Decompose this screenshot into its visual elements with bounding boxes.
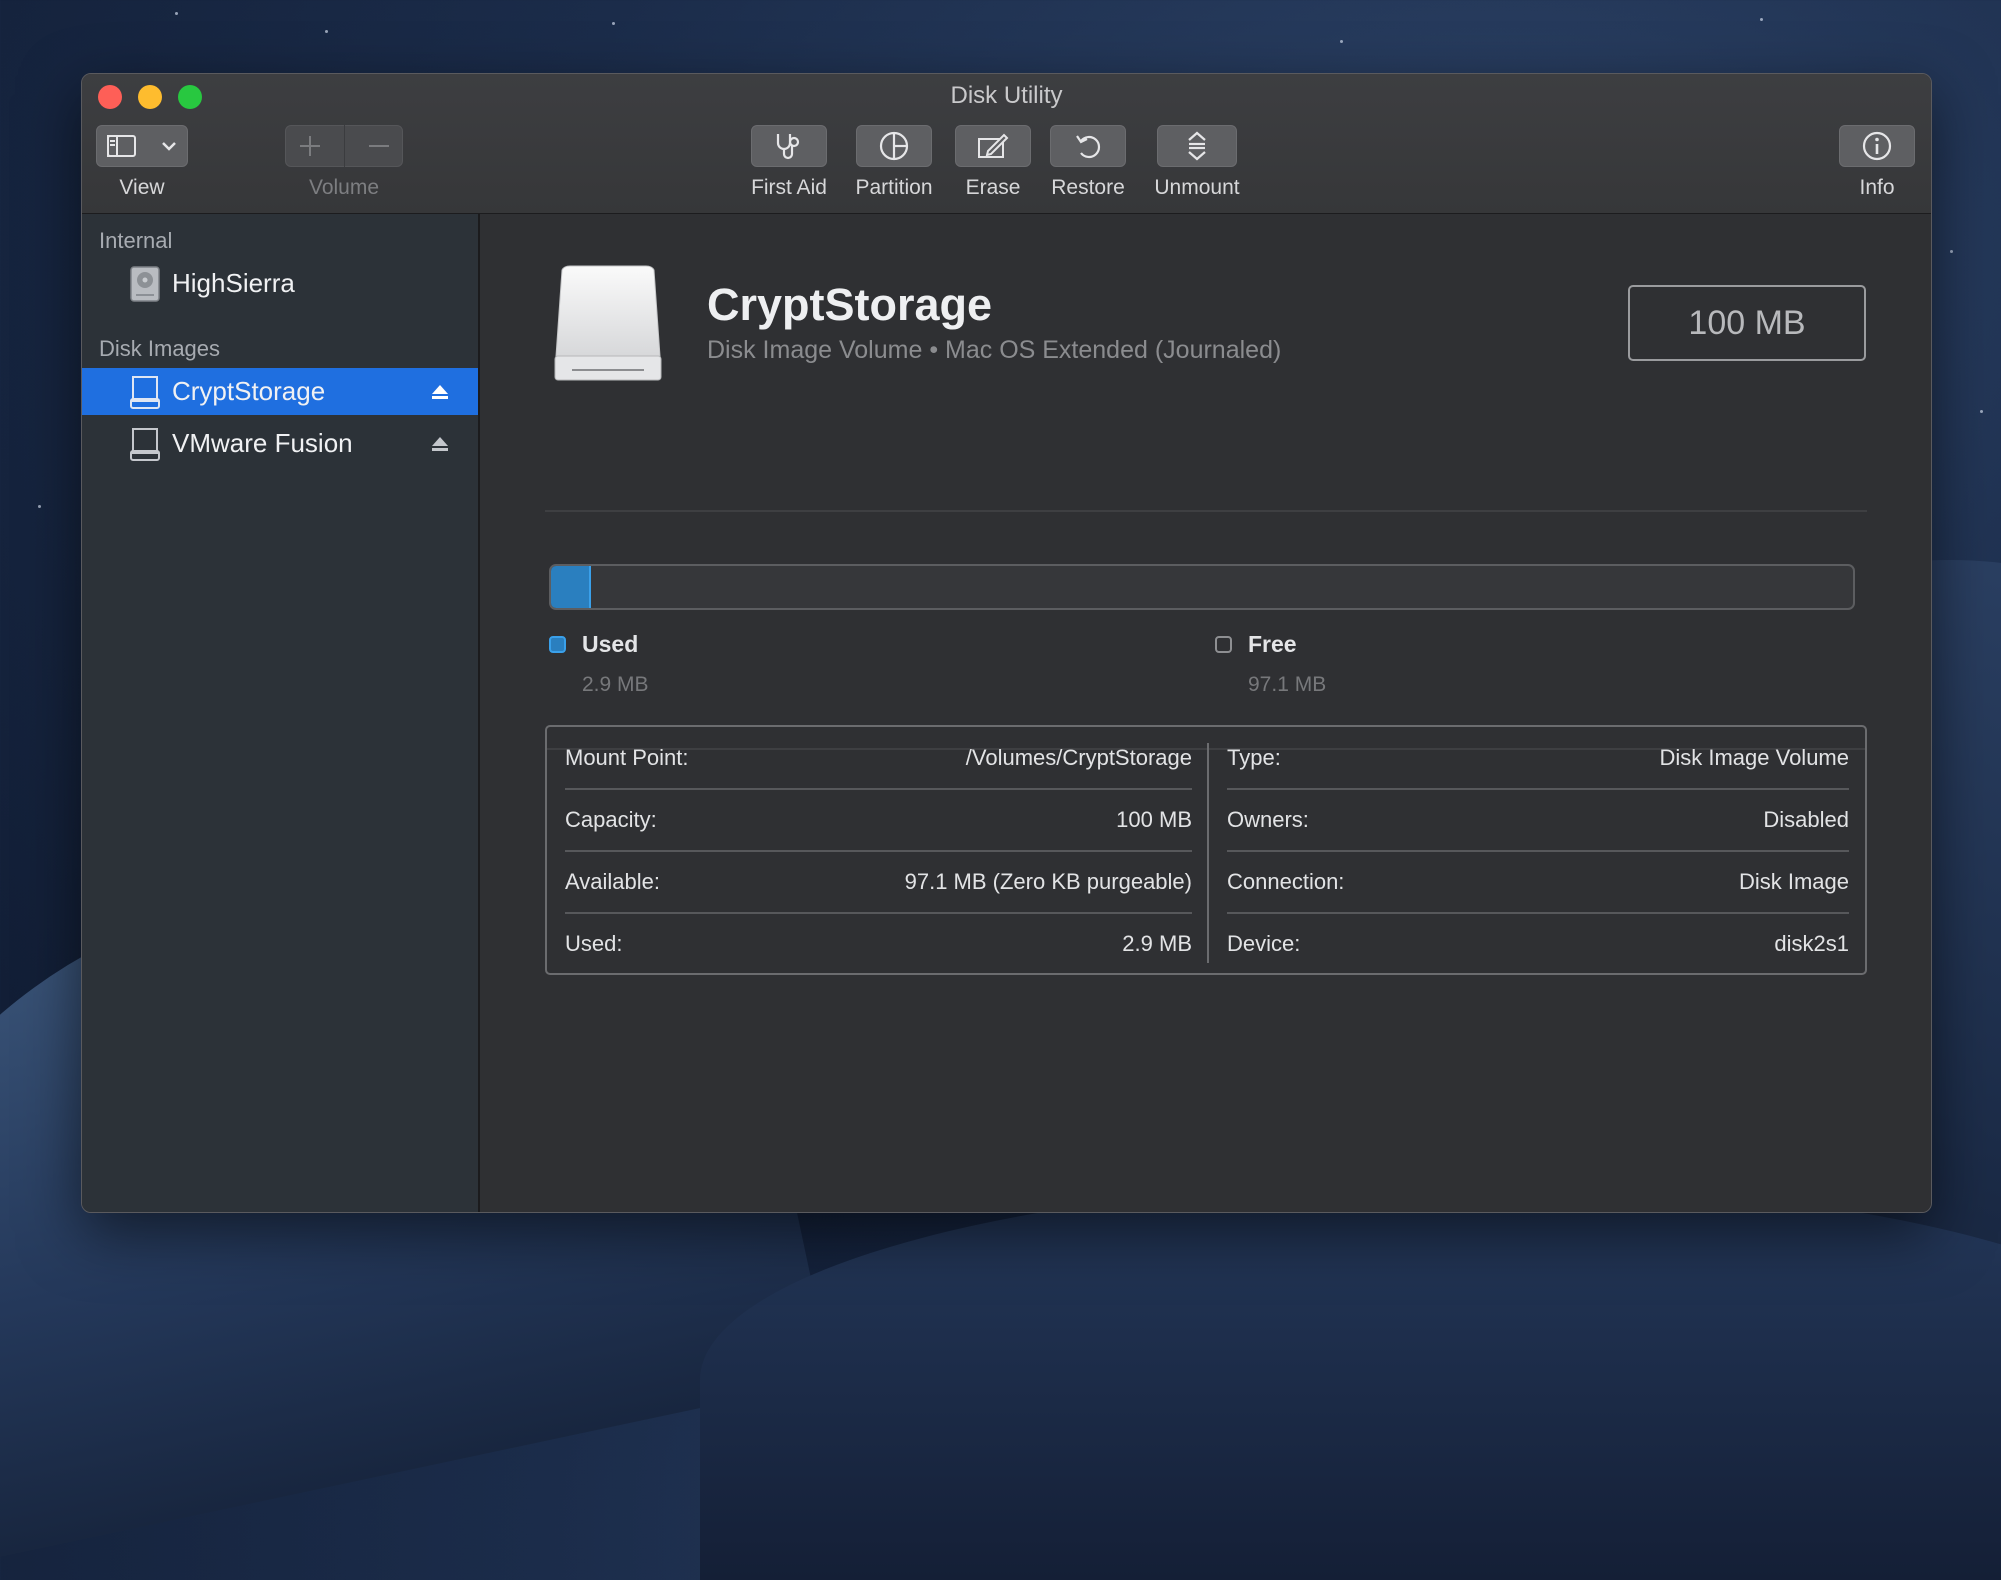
info-value: Disk Image xyxy=(1738,869,1849,894)
info-value: 2.9 MB xyxy=(1122,931,1192,956)
sidebar-item-label: HighSierra xyxy=(172,268,295,298)
info-value: /Volumes/CryptStorage xyxy=(965,745,1192,770)
info-value: Disabled xyxy=(1763,807,1849,832)
sidebar-item-label: CryptStorage xyxy=(172,376,326,406)
info-key: Mount Point: xyxy=(565,745,689,770)
view-button[interactable] xyxy=(96,125,188,167)
sidebar-item-highsierra[interactable]: HighSierra xyxy=(82,260,478,307)
first-aid-label: First Aid xyxy=(751,176,827,199)
restore-label: Restore xyxy=(1051,176,1125,199)
info-label: Info xyxy=(1859,176,1895,199)
volume-subtitle: Disk Image Volume • Mac OS Extended (Jou… xyxy=(707,336,1282,364)
volume-name: CryptStorage xyxy=(707,279,993,330)
remove-volume-icon[interactable] xyxy=(366,133,392,159)
partition-label: Partition xyxy=(855,176,933,199)
capacity-badge: 100 MB xyxy=(1628,285,1866,361)
info-key: Type: xyxy=(1227,745,1281,770)
info-icon xyxy=(1862,131,1892,161)
free-legend-label: Free xyxy=(1248,631,1297,657)
info-value: disk2s1 xyxy=(1774,931,1849,956)
internal-disk-icon xyxy=(130,265,160,302)
info-button[interactable] xyxy=(1839,125,1915,167)
info-value: 100 MB xyxy=(1116,807,1192,832)
free-value: 97.1 MB xyxy=(1248,673,1327,696)
sidebar-section-internal: Internal xyxy=(99,228,173,253)
sidebar-item-vmware-fusion[interactable]: VMware Fusion xyxy=(82,420,478,467)
add-volume-icon[interactable] xyxy=(297,133,323,159)
usage-bar xyxy=(549,564,1855,610)
window-title: Disk Utility xyxy=(950,82,1063,109)
sidebar-item-label: VMware Fusion xyxy=(172,428,353,458)
used-value: 2.9 MB xyxy=(582,673,649,696)
erase-button[interactable] xyxy=(955,125,1031,167)
eject-icon[interactable] xyxy=(430,434,450,454)
info-row-owners: Owners: Disabled xyxy=(1227,789,1849,851)
sidebar-toggle-icon xyxy=(107,135,136,157)
info-value: Disk Image Volume xyxy=(1659,745,1849,770)
sidebar-item-cryptstorage[interactable]: CryptStorage xyxy=(82,368,478,415)
toolbar: Disk Utility View Volume First Aid Parti… xyxy=(82,74,1931,214)
info-key: Owners: xyxy=(1227,807,1309,832)
erase-pencil-icon xyxy=(978,133,1009,158)
volume-label: Volume xyxy=(308,176,380,199)
restore-arrow-icon xyxy=(1076,135,1101,159)
view-label: View xyxy=(119,176,165,199)
disk-image-icon xyxy=(130,375,160,409)
stethoscope-icon xyxy=(776,134,800,160)
info-key: Available: xyxy=(565,869,660,894)
used-legend-swatch xyxy=(549,636,566,653)
external-drive-icon xyxy=(554,265,662,381)
info-key: Used: xyxy=(565,931,623,956)
pie-chart-icon xyxy=(879,131,909,161)
first-aid-button[interactable] xyxy=(751,125,827,167)
info-row-connection: Connection: Disk Image xyxy=(1227,851,1849,913)
info-key: Capacity: xyxy=(565,807,657,832)
used-legend-label: Used xyxy=(582,631,639,657)
restore-button[interactable] xyxy=(1050,125,1126,167)
unmount-label: Unmount xyxy=(1154,176,1240,199)
info-row-mount-point: Mount Point: /Volumes/CryptStorage xyxy=(565,727,1192,789)
disk-utility-window: Disk Utility View Volume First Aid Parti… xyxy=(81,73,1932,1213)
divider xyxy=(545,510,1867,512)
info-row-capacity: Capacity: 100 MB xyxy=(565,789,1192,851)
sidebar-section-disk-images: Disk Images xyxy=(99,336,221,361)
info-row-device: Device: disk2s1 xyxy=(1227,913,1849,975)
info-key: Connection: xyxy=(1227,869,1345,894)
info-row-used: Used: 2.9 MB xyxy=(565,913,1192,975)
volume-info-table: Mount Point: /Volumes/CryptStorage Capac… xyxy=(545,725,1867,975)
free-legend-swatch xyxy=(1215,636,1232,653)
usage-bar-used-fill xyxy=(551,566,591,608)
volume-segmented-control[interactable] xyxy=(285,125,403,167)
volume-detail-pane: CryptStorage Disk Image Volume • Mac OS … xyxy=(480,214,1931,1212)
partition-button[interactable] xyxy=(856,125,932,167)
eject-icon[interactable] xyxy=(430,382,450,402)
info-key: Device: xyxy=(1227,931,1301,956)
info-value: 97.1 MB (Zero KB purgeable) xyxy=(904,869,1192,894)
erase-label: Erase xyxy=(965,176,1021,199)
chevron-down-icon xyxy=(162,142,176,151)
unmount-icon xyxy=(1188,131,1206,161)
sidebar: Internal HighSierra Disk Images CryptSto… xyxy=(82,214,480,1212)
disk-image-icon xyxy=(130,427,160,461)
info-row-available: Available: 97.1 MB (Zero KB purgeable) xyxy=(565,851,1192,913)
info-row-type: Type: Disk Image Volume xyxy=(1227,727,1849,789)
unmount-button[interactable] xyxy=(1157,125,1237,167)
